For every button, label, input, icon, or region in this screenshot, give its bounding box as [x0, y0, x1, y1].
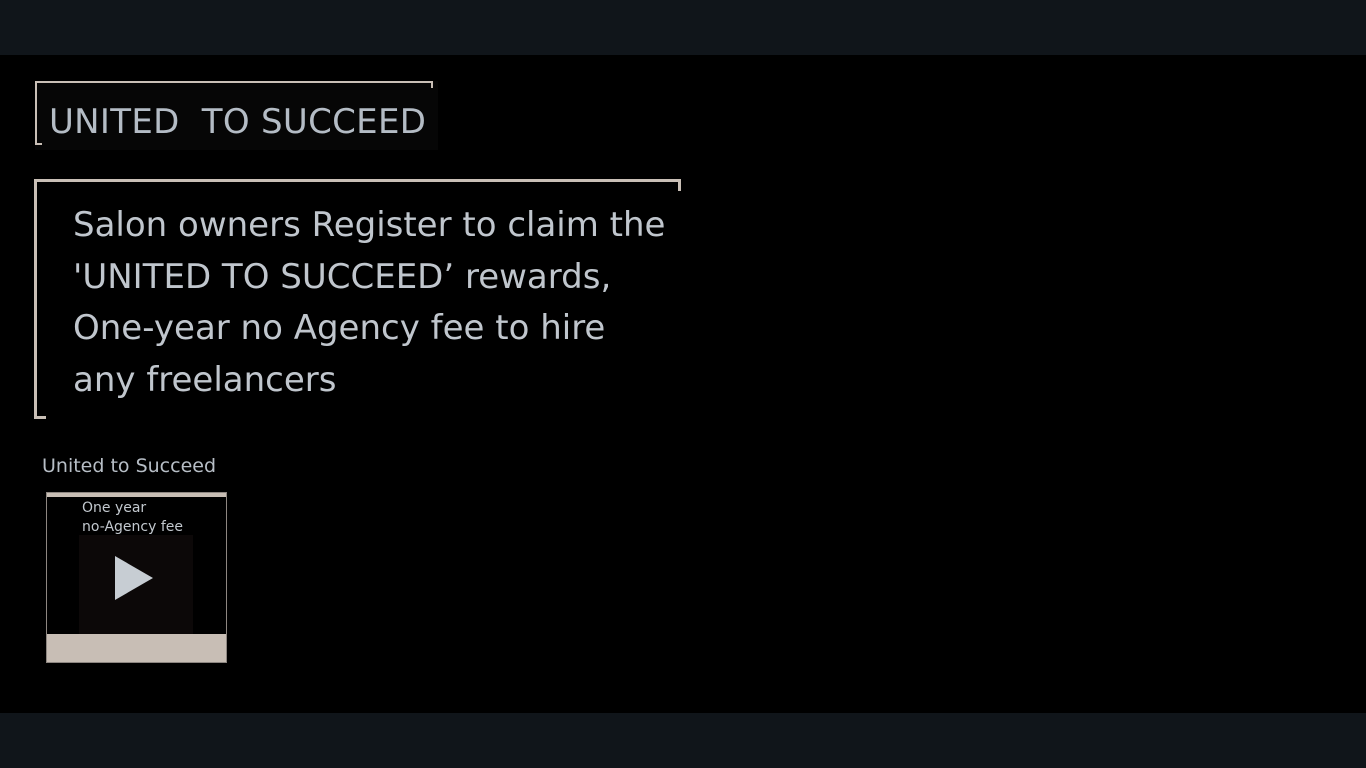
top-bar: [0, 0, 1366, 55]
message-bracket-bottom: [34, 416, 46, 419]
message-bracket-left: [34, 179, 37, 419]
message-line: 'UNITED TO SUCCEED’ rewards,: [73, 256, 612, 297]
play-icon[interactable]: [115, 556, 153, 600]
video-thumbnail-text-1: One year: [82, 500, 147, 516]
heading-bracket-left: [35, 81, 37, 145]
bottom-bar: [0, 713, 1366, 768]
video-caption: United to Succeed: [42, 455, 217, 477]
page-title: UNITED TO SUCCEED: [49, 102, 427, 142]
heading-bracket-top: [35, 81, 432, 83]
message-bracket-right: [678, 179, 681, 191]
video-player[interactable]: One year no-Agency fee: [46, 492, 227, 663]
message-line: any freelancers: [73, 359, 337, 400]
message-line: One-year no Agency fee to hire: [73, 308, 606, 348]
message-box: Salon owners Register to claim the 'UNIT…: [34, 179, 682, 419]
message-line: Salon owners Register to claim the: [73, 205, 666, 245]
heading-bracket-right: [431, 81, 433, 88]
message-text: Salon owners Register to claim the 'UNIT…: [73, 200, 685, 406]
heading-bracket-bottom: [35, 143, 42, 145]
message-bracket-top: [34, 179, 680, 182]
video-thumbnail-text-2: no-Agency fee: [82, 519, 183, 535]
video-top-rule: [47, 493, 226, 497]
video-thumbnail[interactable]: [79, 535, 193, 643]
heading-box: UNITED TO SUCCEED: [35, 81, 438, 150]
video-bottom-strip: [47, 634, 226, 662]
